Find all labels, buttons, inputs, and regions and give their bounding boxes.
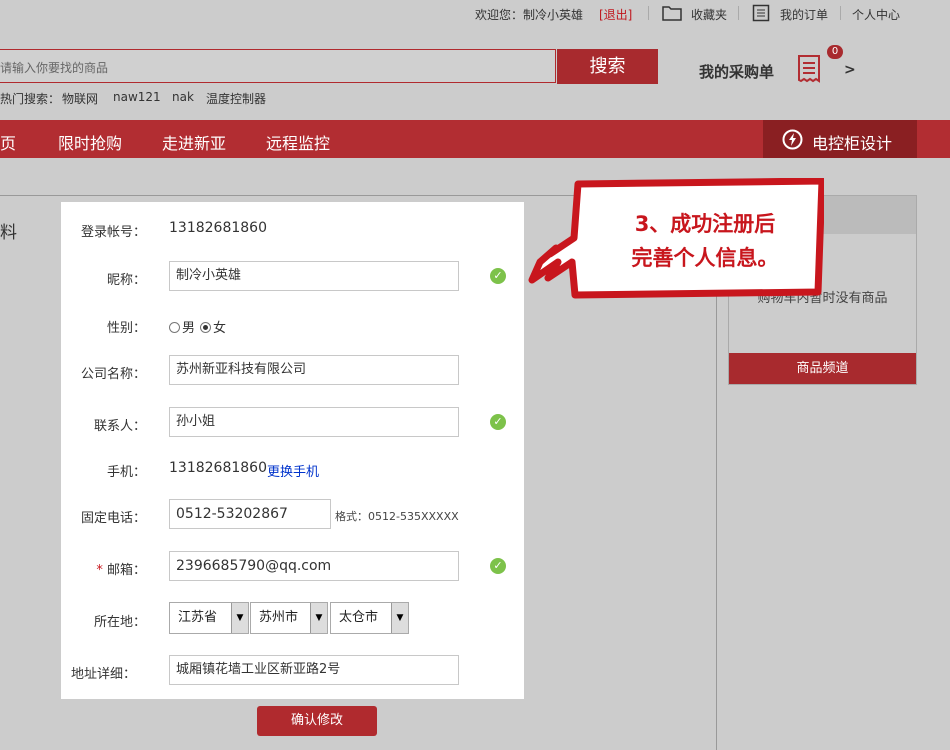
- check-icon: ✓: [490, 558, 506, 574]
- welcome-text: 欢迎您：制冷小英雄: [475, 8, 584, 22]
- account-value: 13182681860: [169, 220, 267, 236]
- callout-line: 完善个人信息。: [631, 246, 779, 270]
- hot-search-label: 热门搜索：: [0, 92, 61, 106]
- radio-male[interactable]: [169, 322, 180, 333]
- top-bar: 欢迎您：制冷小英雄 [退出] 收藏夹 我的订单 个人中心: [0, 0, 950, 28]
- phone-value: 13182681860: [169, 460, 267, 476]
- address-label: 地址详细：: [70, 667, 136, 682]
- account-link[interactable]: 个人中心: [852, 6, 900, 23]
- nav-item-home[interactable]: 页: [0, 130, 16, 154]
- hot-term[interactable]: nak: [172, 90, 194, 104]
- divider: [738, 6, 739, 20]
- favorites-link[interactable]: 收藏夹: [691, 6, 727, 23]
- hot-term[interactable]: 物联网: [62, 90, 98, 107]
- dropdown-arrow-icon[interactable]: ▼: [391, 603, 408, 633]
- chevron-right-icon[interactable]: >: [844, 62, 856, 78]
- check-icon: ✓: [490, 268, 506, 284]
- callout-text: 3、成功注册后 完善个人信息。: [590, 207, 820, 275]
- product-channel-button[interactable]: 商品频道: [729, 353, 916, 384]
- location-label: 所在地：: [93, 615, 146, 630]
- orders-link[interactable]: 我的订单: [780, 6, 828, 23]
- phone-label: 手机：: [106, 465, 146, 480]
- city-select[interactable]: 苏州市 ▼: [250, 602, 328, 634]
- cart-count-badge: 0: [827, 45, 843, 59]
- contact-label: 联系人：: [93, 419, 146, 434]
- hot-term[interactable]: naw121: [113, 90, 161, 104]
- email-label-wrap: * 邮箱：: [60, 559, 146, 578]
- search-button[interactable]: 搜索: [557, 49, 658, 84]
- nav-item-remote-monitor[interactable]: 远程监控: [266, 130, 330, 154]
- lightning-icon: [782, 129, 803, 150]
- callout-line: 3、成功注册后: [634, 212, 776, 236]
- company-label: 公司名称：: [80, 367, 146, 382]
- email-label: 邮箱：: [106, 563, 146, 578]
- cabinet-design-label[interactable]: 电控柜设计: [812, 130, 892, 154]
- change-phone-link[interactable]: 更换手机: [267, 461, 319, 480]
- company-input[interactable]: 苏州新亚科技有限公司: [169, 355, 459, 385]
- contact-input[interactable]: 孙小姐: [169, 407, 459, 437]
- email-input[interactable]: 2396685790@qq.com: [169, 551, 459, 581]
- hot-term[interactable]: 温度控制器: [206, 90, 266, 107]
- confirm-edit-button[interactable]: 确认修改: [257, 706, 377, 736]
- folder-icon[interactable]: [662, 5, 682, 21]
- account-label: 登录帐号：: [80, 225, 146, 240]
- dropdown-arrow-icon[interactable]: ▼: [231, 603, 248, 633]
- divider: [840, 6, 841, 20]
- tel-label: 固定电话：: [80, 511, 146, 526]
- nav-item-flash-sale[interactable]: 限时抢购: [58, 130, 122, 154]
- nickname-input[interactable]: 制冷小英雄: [169, 261, 459, 291]
- receipt-icon[interactable]: [795, 54, 823, 84]
- section-title: 料: [0, 223, 17, 243]
- divider: [648, 6, 649, 20]
- required-marker: *: [96, 563, 103, 578]
- check-icon: ✓: [490, 414, 506, 430]
- gender-male-option[interactable]: 男: [169, 317, 195, 336]
- purchase-list-label[interactable]: 我的采购单: [699, 61, 774, 82]
- province-select[interactable]: 江苏省 ▼: [169, 602, 249, 634]
- order-list-icon[interactable]: [752, 4, 770, 22]
- logout-link[interactable]: [退出]: [599, 6, 632, 23]
- search-placeholder: 请输入你要找的商品: [0, 61, 109, 75]
- radio-female[interactable]: [200, 322, 211, 333]
- gender-female-option[interactable]: 女: [200, 317, 226, 336]
- nav-item-about[interactable]: 走进新亚: [162, 130, 226, 154]
- dropdown-arrow-icon[interactable]: ▼: [310, 603, 327, 633]
- address-input[interactable]: 城厢镇花墙工业区新亚路2号: [169, 655, 459, 685]
- tel-input[interactable]: 0512-53202867: [169, 499, 331, 529]
- district-select[interactable]: 太仓市 ▼: [330, 602, 409, 634]
- gender-label: 性别：: [106, 321, 146, 336]
- nickname-label: 昵称：: [106, 273, 146, 288]
- tel-format-hint: 格式：0512-535XXXXX: [335, 510, 459, 523]
